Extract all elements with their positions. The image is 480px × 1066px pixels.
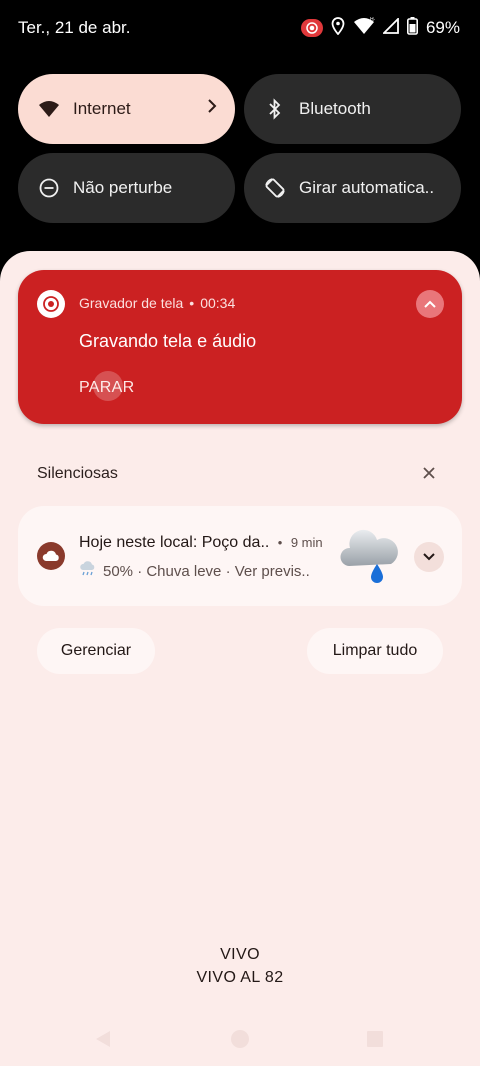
- chevron-down-icon: [423, 553, 435, 561]
- status-bar: Ter., 21 de abr. H+ 69%: [0, 0, 480, 56]
- wifi-icon: [38, 98, 60, 120]
- rain-cloud-icon: [79, 561, 97, 581]
- battery-icon: [406, 16, 418, 40]
- separator: •: [277, 535, 283, 550]
- screen-recorder-notification[interactable]: Gravador de tela • 00:34 Gravando tela e…: [18, 270, 462, 424]
- carrier-name: VIVO: [220, 946, 260, 963]
- silent-section-title: Silenciosas: [37, 465, 118, 482]
- clear-silent-button[interactable]: [418, 462, 440, 484]
- bluetooth-icon: [264, 98, 286, 120]
- home-icon: [231, 1030, 249, 1048]
- tile-label: Internet: [73, 99, 131, 118]
- navigation-bar: [0, 1026, 480, 1052]
- tile-bluetooth[interactable]: Bluetooth: [244, 74, 461, 144]
- weather-app-icon: [37, 542, 65, 570]
- weather-notification[interactable]: Hoje neste local: Poço da.. • 9 min 50% …: [18, 506, 462, 606]
- tile-label: Girar automatica..: [299, 178, 435, 197]
- chevron-up-icon: [424, 300, 436, 308]
- location-icon: [331, 16, 345, 40]
- app-name: Gravador de tela: [79, 295, 184, 311]
- quick-settings-tiles: Internet Bluetooth Não perturbe Girar au…: [18, 74, 461, 223]
- recents-icon: [367, 1031, 383, 1047]
- weather-title: Hoje neste local: Poço da..: [79, 534, 270, 551]
- notification-title: Hoje neste local: Poço da.. • 9 min: [79, 534, 323, 552]
- rain-cloud-icon: [339, 528, 399, 591]
- tile-label: Bluetooth: [299, 99, 371, 118]
- carrier-detail: VIVO AL 82: [196, 969, 284, 986]
- battery-percent: 69%: [425, 18, 460, 37]
- manage-button[interactable]: Gerenciar: [37, 628, 155, 674]
- notification-subtitle: 50% · Chuva leve · Ver previs..: [79, 561, 310, 581]
- close-icon: [423, 467, 435, 479]
- auto-rotate-icon: [264, 177, 286, 199]
- elapsed-time: 00:34: [200, 295, 236, 311]
- svg-text:H+: H+: [370, 17, 375, 23]
- screen-record-icon: [300, 19, 323, 37]
- tile-internet[interactable]: Internet: [18, 74, 235, 144]
- notification-title: Gravando tela e áudio: [79, 331, 257, 351]
- chevron-right-icon: [207, 98, 217, 119]
- weather-subtitle: 50% · Chuva leve · Ver previs..: [103, 562, 310, 580]
- tile-do-not-disturb[interactable]: Não perturbe: [18, 153, 235, 223]
- notification-time: 9 min: [290, 535, 323, 550]
- separator: •: [189, 295, 195, 311]
- tile-label: Não perturbe: [73, 178, 173, 197]
- collapse-button[interactable]: [416, 290, 444, 318]
- expand-button[interactable]: [414, 542, 444, 572]
- back-icon: [96, 1031, 110, 1047]
- wifi-icon: H+: [353, 17, 378, 40]
- clear-all-button[interactable]: Limpar tudo: [307, 628, 443, 674]
- screen-recorder-app-icon: [37, 290, 65, 318]
- do-not-disturb-icon: [38, 177, 60, 199]
- signal-icon: [381, 16, 399, 39]
- tile-auto-rotate[interactable]: Girar automatica..: [244, 153, 461, 223]
- status-icons: H+ 69%: [300, 16, 460, 40]
- notification-header: Gravador de tela • 00:34: [79, 295, 235, 311]
- stop-button[interactable]: PARAR: [79, 371, 134, 401]
- status-date: Ter., 21 de abr.: [18, 18, 131, 37]
